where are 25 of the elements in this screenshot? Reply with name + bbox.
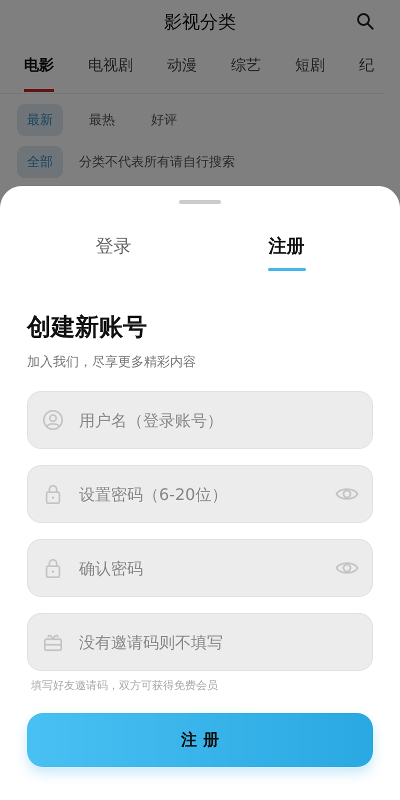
invite-hint: 填写好友邀请码，双方可获得免费会员	[30, 678, 219, 693]
category-tab[interactable]: 纪	[359, 44, 374, 92]
search-icon[interactable]	[356, 12, 376, 32]
input-field[interactable]: 没有邀请码则不填写	[27, 613, 373, 671]
category-tab[interactable]: 综艺	[231, 44, 261, 92]
filter-chip[interactable]: 全部	[17, 146, 63, 178]
drag-handle[interactable]	[179, 200, 221, 204]
category-tab[interactable]: 电影	[24, 44, 54, 92]
auth-tab[interactable]: 注册	[200, 234, 373, 281]
sort-chip[interactable]: 最新	[17, 104, 63, 136]
input-field[interactable]: 确认密码	[27, 539, 373, 597]
input-field[interactable]: 设置密码（6-20位）	[27, 465, 373, 523]
category-tab[interactable]: 动漫	[167, 44, 197, 92]
person-icon	[42, 409, 64, 431]
form-heading: 创建新账号	[27, 312, 148, 343]
sort-chip[interactable]: 好评	[141, 104, 187, 136]
register-button[interactable]: 注 册	[27, 713, 373, 767]
input-field[interactable]: 用户名（登录账号）	[27, 391, 373, 449]
category-tab[interactable]: 短剧	[295, 44, 325, 92]
filter-note: 分类不代表所有请自行搜索	[79, 154, 235, 171]
category-tab[interactable]: 电视剧	[88, 44, 133, 92]
page-title: 影视分类	[164, 11, 236, 34]
auth-tab[interactable]: 登录	[27, 234, 200, 281]
sort-chip[interactable]: 最热	[79, 104, 125, 136]
form-subheading: 加入我们，尽享更多精彩内容	[27, 354, 197, 371]
